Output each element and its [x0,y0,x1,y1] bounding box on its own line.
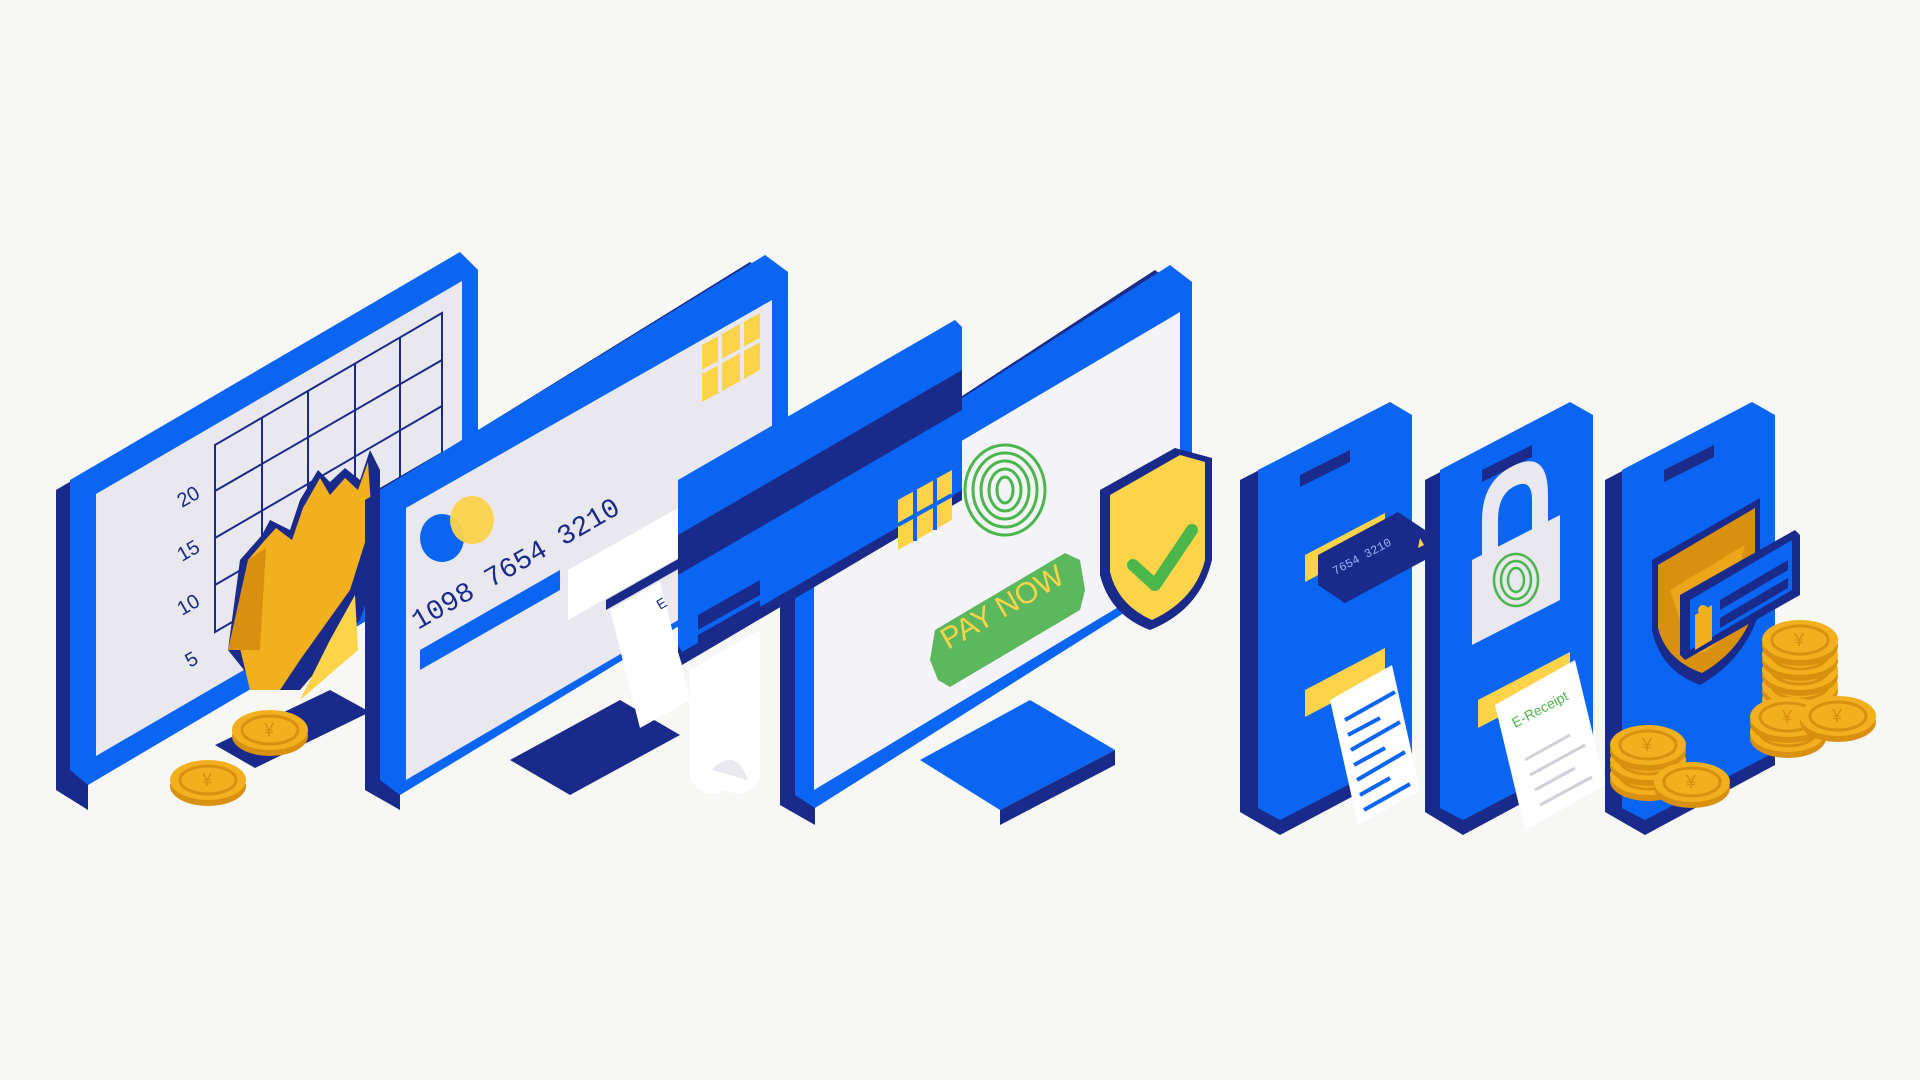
coin-symbol: ¥ [1685,772,1697,792]
phone-lock: E-Receipt [1425,402,1605,835]
receipt-icon [690,630,760,794]
coin-icon: ¥ [1608,723,1688,773]
coin-symbol: ¥ [1641,735,1653,755]
coin-symbol: ¥ [201,770,213,790]
coin-icon: ¥ [168,758,248,808]
coin-symbol: ¥ [1831,706,1843,726]
coin-icon: ¥ [1652,760,1732,810]
coin-symbol: ¥ [1793,630,1805,650]
fintech-illustration: 20 15 10 5 1098 7654 3210 E PAY NOW 7654… [56,252,1878,835]
coin-symbol: ¥ [1781,707,1793,727]
phone-card: 7654 3210 [1240,402,1425,835]
coin-icon: ¥ [1760,618,1840,668]
coin-icon: ¥ [1798,694,1878,744]
coin-symbol: ¥ [263,720,275,740]
coin-icon: ¥ [230,708,310,758]
